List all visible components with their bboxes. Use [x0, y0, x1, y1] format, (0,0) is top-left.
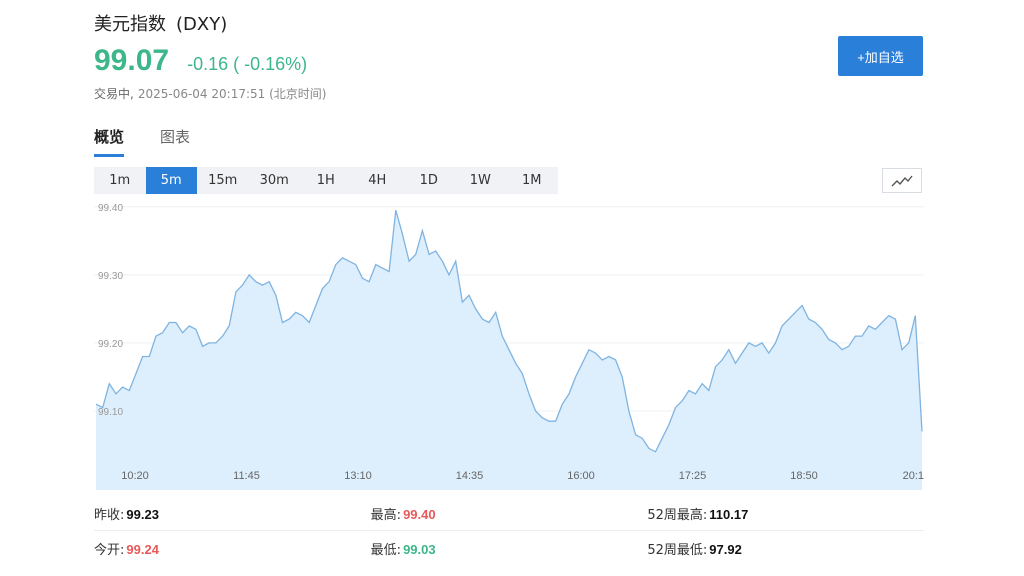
current-price: 99.07 [94, 44, 170, 77]
price-row: 99.07 -0.16 ( -0.16%) [94, 44, 307, 78]
chart-type-toggle[interactable] [882, 168, 922, 193]
period-1w[interactable]: 1W [455, 167, 507, 194]
period-1mo[interactable]: 1M [506, 167, 558, 194]
y-tick-label: 99.40 [98, 203, 123, 214]
period-1m[interactable]: 1m [94, 167, 146, 194]
y-tick-label: 99.30 [98, 271, 123, 282]
stats-row: 昨收: 99.23 最高: 99.40 52周最高: 110.17 [94, 497, 924, 531]
stat-52w-high: 52周最高: 110.17 [647, 507, 749, 523]
period-30m[interactable]: 30m [249, 167, 301, 194]
index-code: (DXY) [176, 14, 228, 35]
x-tick-label: 17:25 [679, 470, 707, 482]
period-15m[interactable]: 15m [197, 167, 249, 194]
x-tick-label: 13:10 [344, 470, 372, 482]
add-to-watchlist-button[interactable]: +加自选 [838, 36, 923, 76]
status-text: 交易中, [94, 87, 134, 101]
stats-row: 今开: 99.24 最低: 99.03 52周最低: 97.92 [94, 531, 924, 565]
index-name: 美元指数 [94, 14, 166, 35]
x-tick-label: 16:00 [567, 470, 595, 482]
line-chart-icon [891, 175, 913, 186]
tab-overview[interactable]: 概览 [94, 126, 125, 157]
x-tick-label: 10:20 [121, 470, 149, 482]
stats-table: 昨收: 99.23 最高: 99.40 52周最高: 110.17 今开: 99.24 … [94, 497, 924, 565]
y-tick-label: 99.10 [98, 407, 123, 418]
tab-bar: 概览 图表 [94, 126, 226, 157]
price-change: -0.16 ( -0.16%) [187, 54, 308, 74]
period-5m[interactable]: 5m [145, 167, 197, 194]
timestamp: 2025-06-04 20:17:51 (北京时间) [137, 87, 327, 101]
x-tick-label: 20:1 [903, 470, 924, 482]
period-1d[interactable]: 1D [403, 167, 455, 194]
x-tick-label: 18:50 [790, 470, 818, 482]
x-tick-label: 14:35 [456, 470, 484, 482]
x-tick-label: 11:45 [233, 470, 260, 482]
period-selector: 1m 5m 15m 30m 1H 4H 1D 1W 1M [94, 167, 558, 194]
period-4h[interactable]: 4H [352, 167, 404, 194]
trading-status: 交易中, 2025-06-04 20:17:51 (北京时间) [94, 85, 326, 102]
tab-chart[interactable]: 图表 [160, 126, 190, 157]
stat-prev-close: 昨收: 99.23 [94, 507, 159, 523]
index-title: 美元指数 (DXY) [94, 10, 227, 36]
stat-high: 最高: 99.40 [370, 507, 436, 523]
price-chart[interactable]: 99.40 99.30 99.20 99.10 10:20 11:45 13:10 14:3… [94, 200, 924, 490]
stat-52w-low: 52周最低: 97.92 [647, 541, 742, 558]
y-tick-label: 99.20 [98, 339, 123, 350]
period-1h[interactable]: 1H [300, 167, 352, 194]
stat-open: 今开: 99.24 [94, 541, 159, 558]
stat-low: 最低: 99.03 [370, 541, 436, 558]
